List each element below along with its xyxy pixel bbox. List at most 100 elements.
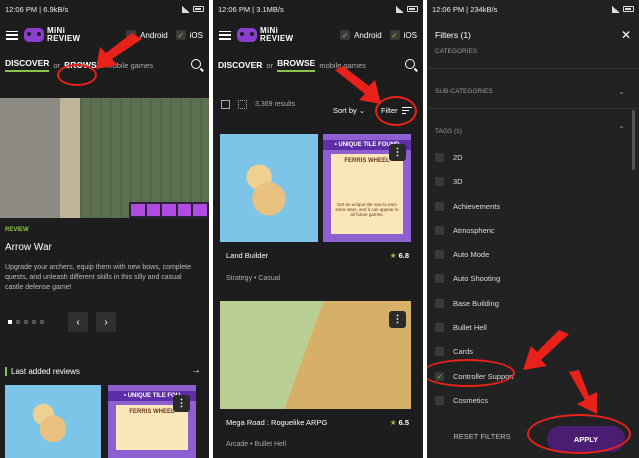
battery-icon [193, 6, 204, 12]
tag-checkbox[interactable] [435, 274, 444, 283]
tabs: DISCOVER or BROWSE mobile games [213, 52, 423, 78]
close-icon[interactable]: ✕ [621, 28, 631, 42]
divider [427, 108, 639, 109]
tag-option[interactable]: 3D [435, 177, 463, 186]
check-icon: ✓ [175, 30, 186, 40]
tag-option[interactable]: Cards [435, 347, 473, 356]
top-bar: MiNiREVIEW ✓Android ✓iOS [213, 18, 423, 52]
screen-discover: 12:06 PM | 6.9kB/s MiNiREVIEW ✓ Android ✓… [0, 0, 209, 458]
tag-label: 2D [453, 153, 463, 162]
tag-option[interactable]: Bullet Hell [435, 323, 487, 332]
tag-checkbox[interactable] [435, 226, 444, 235]
carousel-dots [8, 320, 44, 324]
game-card-image[interactable] [220, 134, 318, 242]
tag-checkbox[interactable] [435, 396, 444, 405]
tag-option[interactable]: Auto Mode [435, 250, 489, 259]
game-name[interactable]: Mega Road : Roguelike ARPG [226, 418, 327, 427]
status-time: 12:06 PM | 3.1MB/s [218, 4, 284, 14]
card-inner: FERRIS WHEEL Get an unique tile now to ea… [331, 154, 403, 234]
search-icon[interactable] [405, 59, 415, 69]
ios-toggle[interactable]: ✓ iOS [389, 30, 417, 40]
or-label: or [266, 60, 274, 70]
signal-icon [612, 5, 620, 13]
logo[interactable]: MiNi REVIEW [237, 27, 293, 43]
tab-browse[interactable]: BROWSE [277, 58, 316, 72]
tag-label: Bullet Hell [453, 323, 487, 332]
battery-icon [623, 6, 634, 12]
game-card-image[interactable] [220, 301, 411, 409]
tag-checkbox[interactable] [435, 250, 444, 259]
more-icon[interactable]: ⋮ [389, 144, 406, 161]
search-icon[interactable] [191, 59, 201, 69]
android-toggle[interactable]: ✓Android [340, 30, 382, 40]
star-icon: ★ [389, 251, 397, 260]
more-icon[interactable]: ⋮ [173, 395, 190, 412]
more-icon[interactable]: ⋮ [389, 311, 406, 328]
tag-label: Cosmetics [453, 396, 489, 405]
next-button[interactable]: › [96, 312, 116, 332]
game-name[interactable]: Land Builder [226, 251, 268, 260]
section-categories[interactable]: CATEGORIES [435, 48, 477, 55]
arrow-right-icon[interactable]: → [191, 365, 201, 376]
ios-toggle[interactable]: ✓ iOS [175, 30, 203, 40]
tag-checkbox[interactable] [435, 153, 444, 162]
tag-label: Atmospheric [453, 226, 495, 235]
tag-option[interactable]: Base Building [435, 299, 499, 308]
scrollbar[interactable] [632, 110, 635, 170]
menu-icon[interactable] [6, 30, 18, 40]
filters-header: Filters (1) ✕ [427, 18, 639, 51]
section-tags[interactable]: TAGS (1) [435, 128, 462, 135]
android-label: Android [354, 30, 382, 40]
highlight-ellipse [427, 359, 515, 387]
gamepad-icon [237, 28, 257, 42]
tag-checkbox[interactable] [435, 347, 444, 356]
tag-checkbox[interactable] [435, 323, 444, 332]
battery-icon [407, 6, 418, 12]
results-count: 3,369 results [255, 101, 296, 108]
prev-button[interactable]: ‹ [68, 312, 88, 332]
ios-label: iOS [189, 30, 203, 40]
status-time: 12:06 PM | 6.9kB/s [5, 4, 69, 14]
tag-option[interactable]: Achievements [435, 202, 500, 211]
tag-option[interactable]: Atmospheric [435, 226, 495, 235]
select-all-checkbox[interactable] [221, 100, 230, 109]
game-score: ★ 6.5 [390, 418, 409, 427]
grid-icon[interactable] [238, 100, 247, 109]
section-sub-categories[interactable]: SUB-CATEGORIES [435, 88, 493, 95]
featured-title[interactable]: Arrow War [5, 242, 52, 253]
status-time: 12:06 PM | 234kB/s [432, 4, 498, 14]
last-reviews-title: Last added reviews [5, 367, 80, 376]
chevron-right-icon: › [104, 316, 108, 328]
featured-description: Upgrade your archers, equip them with ne… [5, 264, 191, 291]
chevron-left-icon: ‹ [76, 316, 80, 328]
score-value: 6.5 [398, 418, 409, 427]
tag-option[interactable]: Cosmetics [435, 396, 488, 405]
chevron-up-icon[interactable]: ⌃ [618, 125, 625, 134]
platform-filters: ✓Android ✓iOS [336, 30, 417, 40]
menu-icon[interactable] [219, 30, 231, 40]
logo-line2: REVIEW [47, 34, 81, 43]
divider [427, 68, 639, 69]
highlight-arrow [523, 330, 569, 370]
tag-label: Auto Mode [453, 250, 490, 259]
check-icon: ✓ [340, 30, 351, 40]
highlight-ellipse [57, 64, 97, 86]
logo[interactable]: MiNi REVIEW [24, 27, 80, 43]
tag-option[interactable]: Auto Shooting [435, 274, 500, 283]
featured-image[interactable] [0, 98, 209, 218]
tag-option[interactable]: 2D [435, 153, 463, 162]
android-label: Android [140, 30, 168, 40]
game-score: ★ 6.8 [390, 251, 409, 260]
highlight-ellipse [527, 414, 631, 454]
tag-label: Auto Shooting [453, 274, 501, 283]
tab-discover[interactable]: DISCOVER [5, 58, 50, 72]
review-card-image[interactable] [5, 385, 101, 458]
tab-discover[interactable]: DISCOVER [218, 60, 262, 70]
tag-checkbox[interactable] [435, 299, 444, 308]
tag-checkbox[interactable] [435, 177, 444, 186]
signal-icon [396, 5, 404, 13]
check-icon: ✓ [389, 30, 400, 40]
reset-filters-button[interactable]: RESET FILTERS [427, 432, 537, 441]
chevron-down-icon[interactable]: ⌄ [618, 87, 625, 96]
tag-checkbox[interactable] [435, 202, 444, 211]
